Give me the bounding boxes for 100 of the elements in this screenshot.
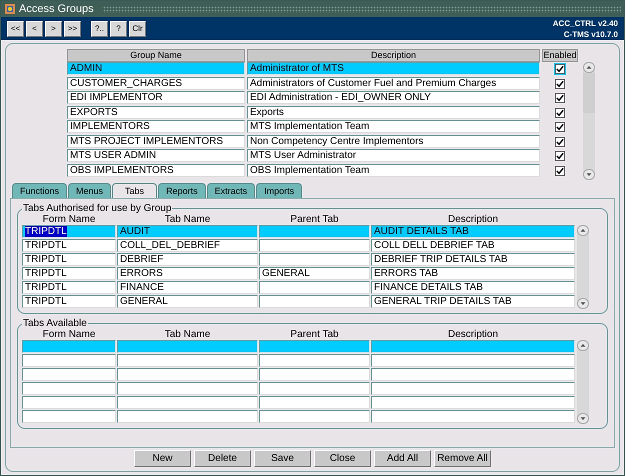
checkbox[interactable]	[555, 108, 565, 118]
table-cell[interactable]	[117, 354, 258, 367]
navigation-button[interactable]: <	[26, 20, 43, 36]
table-cell[interactable]: CUSTOMER_CHARGES	[67, 76, 245, 90]
checkbox[interactable]	[555, 166, 565, 176]
action-button[interactable]: New	[134, 450, 191, 467]
scroll-up-icon[interactable]	[583, 62, 595, 73]
table-cell[interactable]	[371, 368, 575, 381]
table-cell[interactable]: TRIPDTL	[22, 253, 116, 266]
table-cell[interactable]	[117, 410, 258, 423]
table-cell[interactable]	[117, 340, 258, 353]
table-cell[interactable]: MTS PROJECT IMPLEMENTORS	[67, 134, 245, 148]
table-cell[interactable]: ERRORS TAB	[371, 267, 575, 280]
scroll-down-icon[interactable]	[577, 413, 589, 424]
scrollbar[interactable]	[577, 340, 589, 424]
action-button[interactable]: Add All	[374, 450, 431, 467]
help-button[interactable]: Clr	[129, 20, 146, 36]
scroll-up-icon[interactable]	[577, 340, 589, 351]
tab[interactable]: Functions	[12, 183, 68, 198]
table-cell[interactable]: EDI IMPLEMENTOR	[67, 91, 245, 104]
table-cell[interactable]: FINANCE DETAILS TAB	[371, 281, 575, 294]
table-cell[interactable]: OBS IMPLEMENTORS	[67, 164, 245, 176]
table-cell[interactable]: TRIPDTL	[22, 225, 116, 238]
table-cell[interactable]: Exports	[247, 106, 540, 118]
table-cell[interactable]: Administrators of Customer Fuel and Premium Charges	[247, 76, 540, 90]
navigation-button[interactable]: >>	[64, 20, 81, 36]
checkbox[interactable]	[555, 122, 565, 132]
table-cell[interactable]	[259, 225, 370, 238]
table-cell[interactable]	[259, 340, 370, 353]
table-cell[interactable]: DEBRIEF	[117, 253, 258, 266]
table-cell[interactable]	[371, 340, 575, 353]
table-cell[interactable]: TRIPDTL	[22, 267, 116, 280]
help-button[interactable]: ?	[110, 20, 127, 36]
table-cell[interactable]	[22, 354, 116, 367]
table-cell[interactable]	[22, 410, 116, 423]
table-cell[interactable]: Administrator of MTS	[247, 62, 540, 75]
table-cell[interactable]: GENERAL	[117, 295, 258, 308]
action-button[interactable]: Close	[314, 450, 371, 467]
table-cell[interactable]	[371, 382, 575, 395]
table-cell[interactable]: DEBRIEF TRIP DETAILS TAB	[371, 253, 575, 266]
scrollbar[interactable]	[577, 225, 589, 309]
table-cell[interactable]: AUDIT DETAILS TAB	[371, 225, 575, 238]
help-button[interactable]: ?..	[91, 20, 108, 36]
table-cell[interactable]: GENERAL TRIP DETAILS TAB	[371, 295, 575, 308]
table-cell[interactable]: TRIPDTL	[22, 295, 116, 308]
tab[interactable]: Reports	[158, 183, 206, 198]
table-cell[interactable]	[117, 368, 258, 381]
table-cell[interactable]: EXPORTS	[67, 106, 245, 118]
table-cell[interactable]: MTS USER ADMIN	[67, 149, 245, 162]
checkbox[interactable]	[554, 63, 566, 76]
scroll-down-icon[interactable]	[577, 298, 589, 309]
table-cell[interactable]	[371, 410, 575, 423]
table-cell[interactable]: GENERAL	[259, 267, 370, 280]
table-cell[interactable]	[371, 354, 575, 367]
checkbox[interactable]	[555, 151, 565, 162]
table-cell[interactable]	[259, 396, 370, 409]
table-cell[interactable]: TRIPDTL	[22, 239, 116, 252]
table-cell[interactable]	[259, 382, 370, 395]
tab[interactable]: Menus	[68, 183, 112, 198]
table-cell[interactable]: Non Competency Centre Implementors	[247, 134, 540, 148]
table-cell[interactable]: COLL DELL DEBRIEF TAB	[371, 239, 575, 252]
table-cell[interactable]	[259, 295, 370, 308]
action-button[interactable]: Delete	[194, 450, 251, 467]
action-button[interactable]: Remove All	[434, 450, 491, 467]
scroll-up-icon[interactable]	[577, 225, 589, 236]
checkbox[interactable]	[555, 78, 565, 89]
checkbox[interactable]	[555, 136, 565, 147]
table-cell[interactable]	[259, 281, 370, 294]
table-cell[interactable]	[22, 368, 116, 381]
table-cell[interactable]: IMPLEMENTORS	[67, 120, 245, 133]
table-cell[interactable]: ADMIN	[67, 62, 245, 75]
table-cell[interactable]	[259, 410, 370, 423]
table-cell[interactable]	[22, 382, 116, 395]
tab[interactable]: Tabs	[112, 183, 158, 198]
table-cell[interactable]	[117, 382, 258, 395]
tab[interactable]: Imports	[256, 183, 302, 198]
navigation-button[interactable]: <<	[7, 20, 24, 36]
table-cell[interactable]	[22, 340, 116, 353]
action-button[interactable]: Save	[254, 450, 311, 467]
table-cell[interactable]	[259, 253, 370, 266]
table-cell[interactable]: AUDIT	[117, 225, 258, 238]
table-cell[interactable]: EDI Administration - EDI_OWNER ONLY	[247, 91, 540, 104]
navigation-button[interactable]: >	[45, 20, 62, 36]
table-cell[interactable]: COLL_DEL_DEBRIEF	[117, 239, 258, 252]
table-cell[interactable]: FINANCE	[117, 281, 258, 294]
table-cell[interactable]: ERRORS	[117, 267, 258, 280]
scrollbar[interactable]	[583, 62, 595, 180]
table-cell[interactable]	[259, 354, 370, 367]
table-cell[interactable]	[117, 396, 258, 409]
scroll-down-icon[interactable]	[583, 169, 595, 180]
table-cell[interactable]	[259, 239, 370, 252]
table-cell[interactable]: OBS Implementation Team	[247, 164, 540, 176]
tab[interactable]: Extracts	[206, 183, 256, 198]
table-cell[interactable]	[259, 368, 370, 381]
table-cell[interactable]: MTS Implementation Team	[247, 120, 540, 133]
table-cell[interactable]	[371, 396, 575, 409]
table-cell[interactable]: TRIPDTL	[22, 281, 116, 294]
table-cell[interactable]	[22, 396, 116, 409]
checkbox[interactable]	[555, 93, 565, 104]
table-cell[interactable]: MTS User Administrator	[247, 149, 540, 162]
